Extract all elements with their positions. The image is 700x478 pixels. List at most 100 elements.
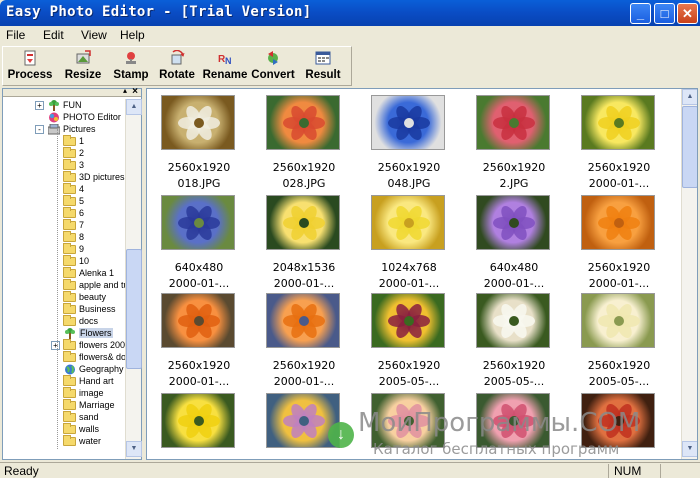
status-bar: Ready NUM bbox=[0, 462, 700, 478]
folder-icon bbox=[63, 339, 76, 350]
expand-icon[interactable]: + bbox=[35, 101, 44, 110]
image-filename: 2000-01-... bbox=[168, 277, 230, 290]
pictures-icon bbox=[47, 123, 61, 135]
tree-item-label: 7 bbox=[79, 220, 85, 230]
thumbnail-image[interactable] bbox=[266, 95, 340, 150]
scroll-up-icon[interactable]: ▲ bbox=[126, 99, 142, 115]
thumbnail-item[interactable]: 2560x1920 2000-01-... bbox=[567, 195, 671, 290]
thumbnail-item[interactable]: 2048x1536 2000-01-... bbox=[252, 195, 356, 290]
resize-icon bbox=[76, 50, 91, 64]
folder-icon bbox=[63, 291, 76, 302]
thumbnail-image[interactable] bbox=[266, 293, 340, 348]
thumbnail-item[interactable]: 2560x1920 048.JPG bbox=[357, 95, 461, 190]
thumbnail-image[interactable] bbox=[161, 195, 235, 250]
panel-close-icon[interactable]: × bbox=[132, 86, 138, 97]
flower-center bbox=[194, 316, 204, 326]
resize-button[interactable]: Resize bbox=[61, 47, 105, 85]
tree-item-label: flowers 2005- bbox=[79, 340, 125, 350]
folder-tree-scrollbar[interactable]: ▲ ▼ bbox=[125, 99, 142, 459]
num-lock-indicator: NUM bbox=[614, 464, 642, 478]
download-icon: ↓ bbox=[328, 422, 354, 448]
folder-icon bbox=[63, 351, 76, 362]
thumbnail-image[interactable] bbox=[476, 293, 550, 348]
thumbnail-item[interactable]: 2560x1920 2000-01-... bbox=[252, 293, 356, 388]
rename-button[interactable]: RN Rename bbox=[201, 47, 249, 85]
thumbnail-image[interactable] bbox=[581, 293, 655, 348]
tree-item-label: flowers& dog bbox=[79, 352, 125, 362]
grid-scroll-down-icon[interactable]: ▼ bbox=[682, 441, 697, 457]
thumbnail-image[interactable] bbox=[581, 95, 655, 150]
collapse-icon[interactable]: - bbox=[35, 125, 44, 134]
thumbnail-item[interactable]: 2560x1920 2005-05-... bbox=[462, 293, 566, 388]
folder-icon bbox=[63, 255, 76, 266]
rotate-button[interactable]: Rotate bbox=[155, 47, 199, 85]
thumbnail-item[interactable]: 2560x1920 2.JPG bbox=[462, 95, 566, 190]
folder-icon bbox=[63, 183, 76, 194]
thumbnail-item[interactable]: 2560x1920 2000-01-... bbox=[147, 293, 251, 388]
thumbnail-image[interactable] bbox=[161, 393, 235, 448]
result-button[interactable]: Result bbox=[301, 47, 345, 85]
minimize-button[interactable]: _ bbox=[630, 3, 651, 24]
thumbnail-image[interactable] bbox=[161, 95, 235, 150]
tree-item-label: Flowers bbox=[79, 328, 113, 338]
grid-scrollbar[interactable]: ▲ ▼ bbox=[681, 89, 697, 459]
stamp-button[interactable]: Stamp bbox=[109, 47, 153, 85]
thumbnail-item[interactable]: 1024x768 2000-01-... bbox=[357, 195, 461, 290]
menu-bar: File Edit View Help bbox=[0, 26, 700, 44]
title-bar: Easy Photo Editor - [Trial Version] _ □ … bbox=[0, 0, 700, 26]
menu-edit[interactable]: Edit bbox=[43, 28, 64, 42]
tree-item-label: apple and tuli bbox=[79, 280, 125, 290]
image-dimensions: 640x480 bbox=[174, 261, 224, 274]
tree-connector-line bbox=[57, 129, 58, 449]
maximize-button[interactable]: □ bbox=[654, 3, 675, 24]
tree-item-label: 9 bbox=[79, 244, 85, 254]
thumbnail-item[interactable]: 2560x1920 2000-01-... bbox=[567, 95, 671, 190]
menu-help[interactable]: Help bbox=[120, 28, 145, 42]
grid-scroll-up-icon[interactable]: ▲ bbox=[682, 89, 697, 105]
thumbnail-image[interactable] bbox=[476, 195, 550, 250]
scroll-down-icon[interactable]: ▼ bbox=[126, 441, 142, 457]
image-filename: 2000-01-... bbox=[273, 277, 335, 290]
process-icon bbox=[24, 50, 36, 66]
convert-button[interactable]: Convert bbox=[249, 47, 297, 85]
panel-collapse-icon[interactable]: ▴ bbox=[123, 86, 127, 95]
thumbnail-item[interactable]: 2560x1920 018.JPG bbox=[147, 95, 251, 190]
thumbnail-image[interactable] bbox=[371, 95, 445, 150]
folder-icon bbox=[63, 411, 76, 422]
image-filename: 2000-01-... bbox=[588, 277, 650, 290]
thumbnail-item[interactable] bbox=[147, 393, 251, 459]
thumbnail-image[interactable] bbox=[371, 195, 445, 250]
thumbnail-item[interactable]: 2560x1920 028.JPG bbox=[252, 95, 356, 190]
folder-icon bbox=[63, 375, 76, 386]
tree-item-label: 4 bbox=[79, 184, 85, 194]
tree-icon bbox=[48, 100, 60, 111]
image-filename: 2005-05-... bbox=[378, 375, 440, 388]
menu-view[interactable]: View bbox=[81, 28, 107, 42]
folder-icon bbox=[63, 315, 76, 326]
thumbnail-item[interactable]: 640x480 2000-01-... bbox=[147, 195, 251, 290]
expand-icon[interactable]: + bbox=[51, 341, 60, 350]
tree-item-label: 1 bbox=[79, 136, 85, 146]
folder-icon bbox=[63, 399, 76, 410]
tree-item-label: 8 bbox=[79, 232, 85, 242]
image-dimensions: 2560x1920 bbox=[587, 161, 651, 174]
folder-icon bbox=[63, 207, 76, 218]
scroll-thumb[interactable] bbox=[126, 249, 142, 369]
menu-file[interactable]: File bbox=[6, 28, 25, 42]
process-button[interactable]: Process bbox=[5, 47, 55, 85]
thumbnail-image[interactable] bbox=[476, 95, 550, 150]
folder-icon bbox=[63, 387, 76, 398]
image-filename: 2000-01-... bbox=[273, 375, 335, 388]
thumbnail-item[interactable]: 2560x1920 2005-05-... bbox=[357, 293, 461, 388]
close-button[interactable]: ✕ bbox=[677, 3, 698, 24]
thumbnail-image[interactable] bbox=[371, 293, 445, 348]
thumbnail-item[interactable]: 2560x1920 2005-05-... bbox=[567, 293, 671, 388]
thumbnail-image[interactable] bbox=[581, 195, 655, 250]
thumbnail-item[interactable]: 640x480 2000-01-... bbox=[462, 195, 566, 290]
grid-scroll-thumb[interactable] bbox=[682, 106, 697, 188]
tree-item-label: 3 bbox=[79, 160, 85, 170]
thumbnail-image[interactable] bbox=[161, 293, 235, 348]
folder-icon bbox=[63, 159, 76, 170]
thumbnail-image[interactable] bbox=[266, 195, 340, 250]
tree-item-label: Pictures bbox=[63, 124, 96, 134]
